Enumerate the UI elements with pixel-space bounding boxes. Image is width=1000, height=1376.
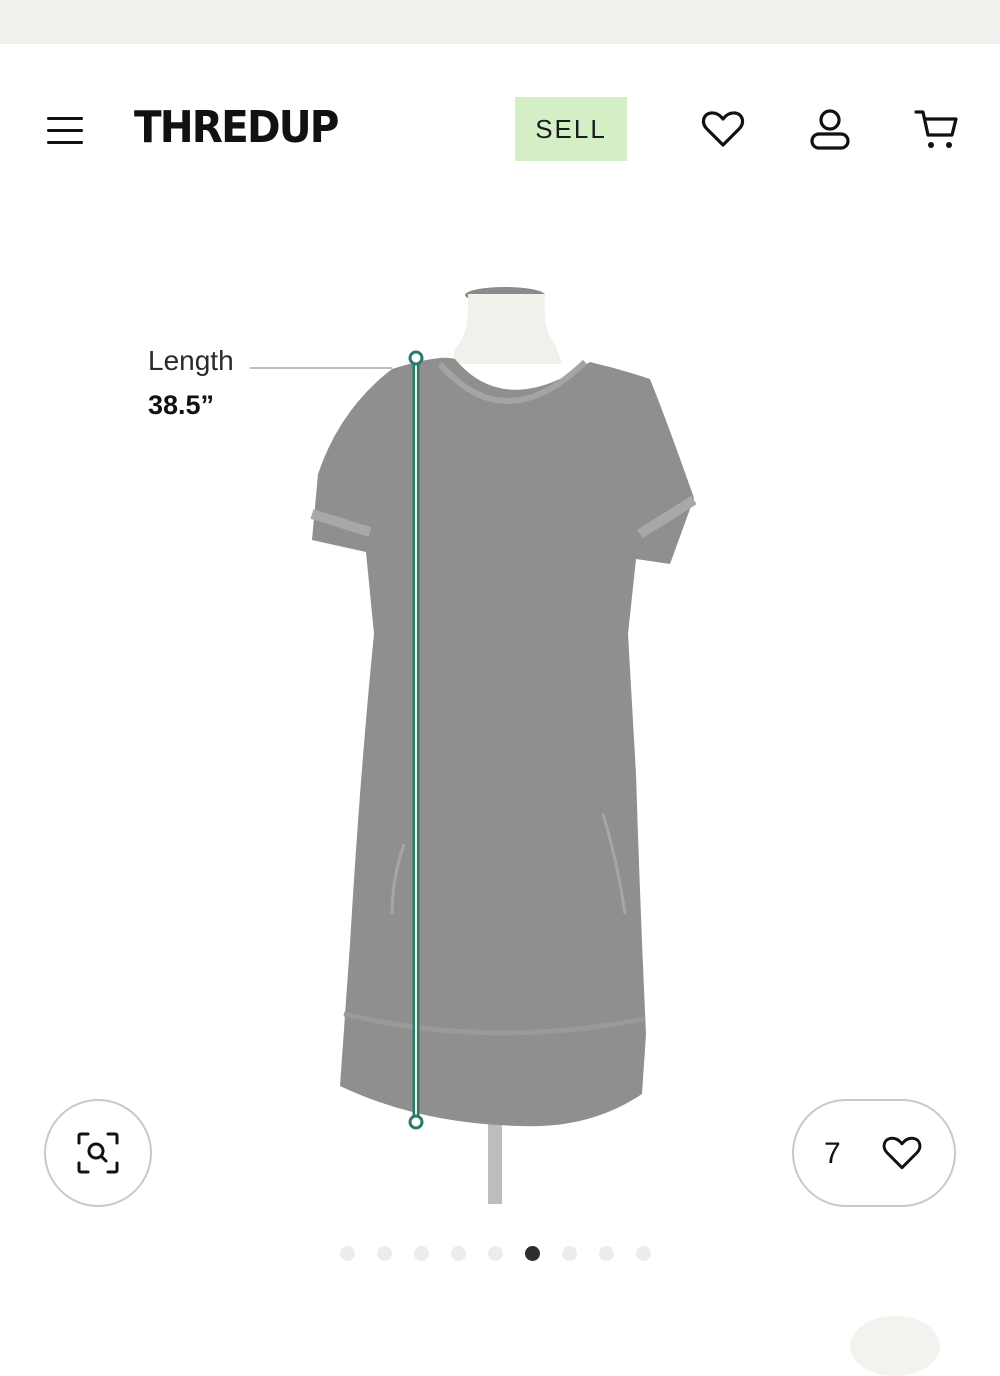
favorite-button[interactable]: 7: [792, 1099, 956, 1207]
heart-icon: [882, 1136, 922, 1170]
browser-top-strip: [0, 0, 1000, 44]
carousel-dot[interactable]: [525, 1246, 540, 1261]
carousel-dots: [340, 1246, 651, 1266]
carousel-dot[interactable]: [377, 1246, 392, 1261]
measurement-label: Length: [148, 345, 234, 376]
site-header: THREDUP SELL: [0, 44, 1000, 214]
menu-icon[interactable]: [44, 112, 86, 148]
carousel-dot[interactable]: [488, 1246, 503, 1261]
sell-button[interactable]: SELL: [515, 97, 627, 161]
carousel-dot[interactable]: [562, 1246, 577, 1261]
cart-icon[interactable]: [913, 105, 961, 153]
next-section-hint: [850, 1316, 940, 1376]
carousel-dot[interactable]: [451, 1246, 466, 1261]
user-icon[interactable]: [806, 105, 854, 153]
zoom-search-icon: [77, 1132, 119, 1174]
carousel-dot[interactable]: [414, 1246, 429, 1261]
logo[interactable]: THREDUP: [134, 102, 339, 153]
zoom-button[interactable]: [44, 1099, 152, 1207]
carousel-dot[interactable]: [340, 1246, 355, 1261]
heart-icon[interactable]: [699, 105, 747, 153]
carousel-dot[interactable]: [636, 1246, 651, 1261]
favorite-count: 7: [824, 1137, 841, 1170]
measurement-value: 38.5”: [148, 390, 215, 420]
carousel-dot[interactable]: [599, 1246, 614, 1261]
